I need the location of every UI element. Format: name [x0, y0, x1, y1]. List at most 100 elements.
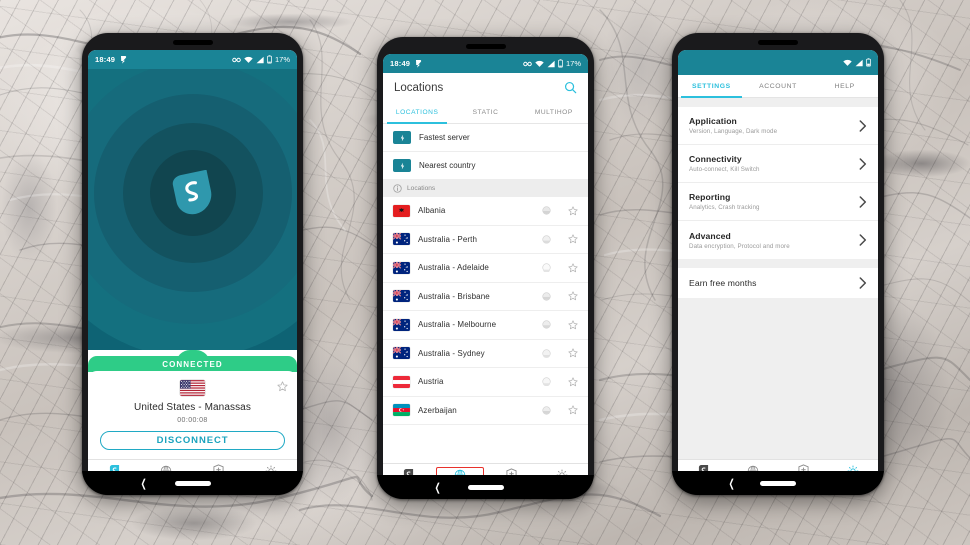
favorite-star-outline-icon[interactable] [568, 291, 578, 301]
load-indicator-icon [542, 206, 551, 215]
infinity-icon [523, 61, 532, 66]
locations-list[interactable]: Albania Australia - Perth Australia - Ad… [383, 197, 588, 463]
settings-item-earn-free-months[interactable]: Earn free months [678, 268, 878, 298]
setting-title: Connectivity [689, 154, 742, 164]
surfshark-key-icon [416, 60, 422, 68]
favorite-star-outline-icon[interactable] [568, 206, 578, 216]
search-icon[interactable] [564, 81, 577, 94]
load-indicator-icon [542, 320, 551, 329]
home-pill[interactable] [467, 484, 504, 490]
phone-notch [758, 40, 798, 45]
favorite-star-outline-icon[interactable] [277, 379, 288, 397]
chevron-right-icon [859, 277, 867, 289]
phone-3-settings-screen: SETTINGS ACCOUNT HELP Application Versio… [672, 33, 884, 495]
battery-percent: 17% [565, 59, 581, 68]
surfshark-logo-icon [170, 169, 216, 216]
setting-title: Earn free months [689, 278, 757, 288]
favorite-star-outline-icon[interactable] [568, 405, 578, 415]
tab-settings[interactable]: SETTINGS [678, 75, 745, 98]
signal-icon [256, 56, 264, 63]
empty-area [678, 298, 878, 459]
chevron-right-icon [859, 119, 867, 132]
list-item[interactable]: Azerbaijan [383, 397, 588, 425]
quick-connect-fastest-server[interactable]: Fastest server [383, 124, 588, 152]
favorite-star-outline-icon[interactable] [568, 377, 578, 387]
tab-account[interactable]: ACCOUNT [745, 75, 812, 97]
section-label: Locations [407, 185, 436, 192]
system-navigation-bar: ❮ [377, 475, 594, 499]
wifi-icon [535, 60, 544, 67]
location-name: Australia - Perth [418, 234, 478, 244]
settings-tabs: SETTINGS ACCOUNT HELP [678, 75, 878, 98]
us-flag [180, 380, 205, 396]
settings-item-reporting[interactable]: Reporting Analytics, Crash tracking [678, 183, 878, 221]
settings-group: Application Version, Language, Dark mode… [678, 107, 878, 259]
connected-label: CONNECTED [88, 356, 297, 372]
list-item[interactable]: Australia - Sydney [383, 340, 588, 368]
location-name: Azerbaijan [418, 405, 457, 415]
status-bar: 18:49 17% [383, 54, 588, 73]
system-navigation-bar: ❮ [82, 471, 303, 495]
location-name: Australia - Brisbane [418, 291, 490, 301]
quick-connect-nearest-country[interactable]: Nearest country [383, 152, 588, 180]
bolt-icon [393, 131, 411, 144]
settings-item-advanced[interactable]: Advanced Data encryption, Protocol and m… [678, 221, 878, 259]
system-navigation-bar: ❮ [672, 471, 884, 495]
settings-item-application[interactable]: Application Version, Language, Dark mode [678, 107, 878, 145]
setting-subtitle: Version, Language, Dark mode [689, 128, 778, 135]
favorite-star-outline-icon[interactable] [568, 320, 578, 330]
home-pill[interactable] [174, 480, 211, 486]
connected-banner[interactable]: CONNECTED [88, 350, 297, 372]
tab-multihop[interactable]: MULTIHOP [520, 102, 588, 123]
tab-static[interactable]: STATIC [451, 102, 519, 123]
spacer [678, 98, 878, 107]
flag-austria [393, 375, 410, 388]
favorite-star-outline-icon[interactable] [568, 263, 578, 273]
flag-azerbaijan [393, 404, 410, 417]
flag-australia [393, 233, 410, 246]
system-back-icon[interactable]: ❮ [435, 481, 441, 494]
flag-australia [393, 318, 410, 331]
flag-australia [393, 290, 410, 303]
connection-hero[interactable] [88, 69, 297, 350]
list-item[interactable]: Australia - Adelaide [383, 254, 588, 283]
battery-icon [866, 58, 871, 67]
quick-label: Fastest server [419, 133, 470, 142]
list-item[interactable]: Australia - Brisbane [383, 283, 588, 311]
favorite-star-outline-icon[interactable] [568, 348, 578, 358]
surfshark-key-icon [121, 56, 127, 64]
connected-server-name: United States - Manassas [134, 402, 251, 413]
server-card: United States - Manassas 00:00:08 DISCON… [88, 371, 297, 459]
load-indicator-icon [542, 235, 551, 244]
home-pill[interactable] [760, 480, 796, 486]
screen-header: Locations [383, 73, 588, 102]
phone-notch [172, 40, 213, 45]
list-item[interactable]: Albania [383, 197, 588, 226]
list-item[interactable]: Australia - Perth [383, 226, 588, 254]
battery-percent: 17% [274, 55, 290, 64]
system-back-icon[interactable]: ❮ [729, 477, 735, 490]
list-item[interactable]: Australia - Melbourne [383, 311, 588, 340]
tab-help[interactable]: HELP [811, 75, 878, 97]
setting-subtitle: Analytics, Crash tracking [689, 204, 760, 211]
status-time: 18:49 [95, 55, 116, 64]
wifi-icon [244, 56, 253, 63]
favorite-star-outline-icon[interactable] [568, 234, 578, 244]
settings-item-connectivity[interactable]: Connectivity Auto-connect, Kill Switch [678, 145, 878, 183]
system-back-icon[interactable]: ❮ [141, 477, 147, 490]
location-name: Albania [418, 206, 446, 216]
page-title: Locations [394, 81, 444, 94]
flag-albania [393, 204, 410, 217]
setting-subtitle: Auto-connect, Kill Switch [689, 166, 760, 173]
connection-timer: 00:00:08 [177, 417, 208, 424]
phone-3-display: SETTINGS ACCOUNT HELP Application Versio… [678, 50, 878, 489]
bolt-icon [393, 159, 411, 172]
list-item[interactable]: Austria [383, 368, 588, 397]
location-name: Austria [418, 377, 444, 387]
load-indicator-icon [542, 349, 551, 358]
signal-icon [855, 59, 863, 66]
disconnect-button[interactable]: DISCONNECT [100, 431, 285, 450]
locations-tabs: LOCATIONS STATIC MULTIHOP [383, 102, 588, 124]
tab-locations[interactable]: LOCATIONS [383, 102, 451, 124]
setting-title: Advanced [689, 230, 731, 241]
